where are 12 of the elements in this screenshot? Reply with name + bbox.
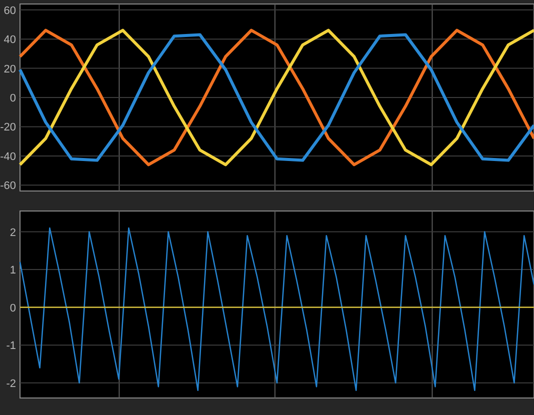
tick-label: -40 xyxy=(0,150,16,163)
tick-label: -2 xyxy=(6,378,16,390)
tick-label: -20 xyxy=(0,122,16,134)
tick-label: 0 xyxy=(10,92,16,104)
tick-label: -60 xyxy=(0,180,16,192)
tick-label: -1 xyxy=(6,340,16,352)
tick-label: 2 xyxy=(10,226,16,239)
tick-label: 20 xyxy=(4,63,16,76)
tick-label: 1 xyxy=(10,264,16,277)
tick-label: 60 xyxy=(4,4,16,17)
tick-label: 40 xyxy=(4,34,16,46)
tick-label: 0 xyxy=(10,302,16,314)
